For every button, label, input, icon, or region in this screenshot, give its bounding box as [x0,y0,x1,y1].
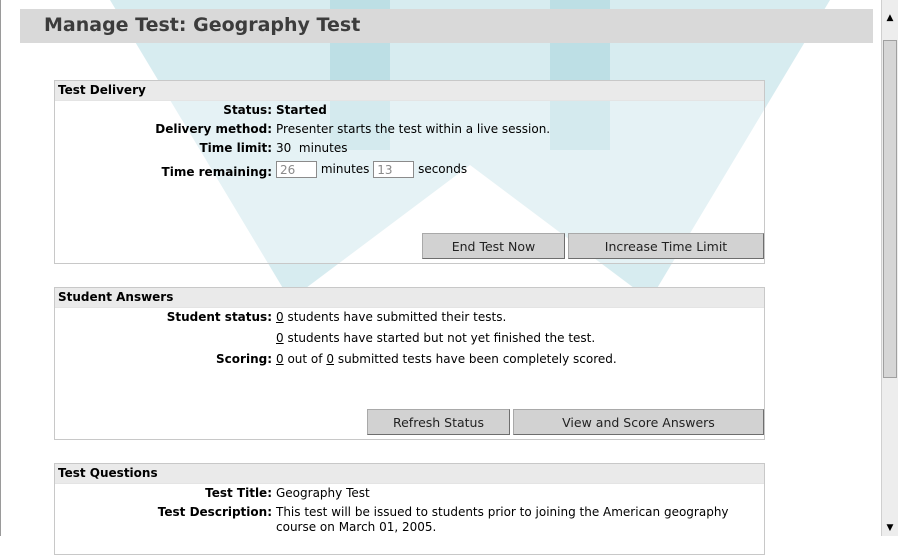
end-test-button[interactable]: End Test Now [422,233,565,259]
section-header: Test Delivery [55,81,764,101]
time-limit-number: 30 [276,141,292,155]
test-description-value-2: course on March 01, 2005. [276,520,437,534]
increase-time-limit-button[interactable]: Increase Time Limit [568,233,764,259]
view-score-answers-button[interactable]: View and Score Answers [513,409,764,435]
test-title-label: Test Title: [205,486,272,500]
time-limit-label: Time limit: [199,141,273,155]
out-of-text: out of [287,352,323,366]
status-value: Started [276,103,327,117]
submitted-count-link[interactable]: 0 [276,310,284,324]
time-limit-unit: minutes [298,141,348,155]
scored-count-link[interactable]: 0 [276,352,284,366]
status-row: Status: Started [55,101,764,122]
refresh-status-button[interactable]: Refresh Status [367,409,510,435]
minutes-remaining-field[interactable]: 26 [276,161,317,178]
student-status-row: Student status: 0 students have submitte… [55,308,764,329]
seconds-remaining-field[interactable]: 13 [373,161,415,178]
time-remaining-row: Time remaining: 26 minutes 13 seconds [55,160,764,186]
test-description-label: Test Description: [157,505,272,519]
test-title-value: Geography Test [276,486,370,500]
time-limit-row: Time limit: 30 minutes [55,139,764,160]
submitted-total-link[interactable]: 0 [326,352,334,366]
method-label: Delivery method: [155,122,272,136]
status-label: Status: [223,103,272,117]
page-title: Manage Test: Geography Test [44,14,361,36]
test-description-value: This test will be issued to students pri… [276,505,729,519]
scrollbar-thumb[interactable] [883,40,897,378]
test-title-row: Test Title: Geography Test [55,484,764,503]
section-header: Test Questions [55,464,764,484]
started-count-link[interactable]: 0 [276,331,284,345]
scored-text: submitted tests have been completely sco… [337,352,617,366]
scoring-row: Scoring: 0 out of 0 submitted tests have… [55,350,764,371]
time-remaining-value: 26 minutes 13 seconds [276,161,467,178]
scroll-up-arrow-icon[interactable]: ▲ [882,10,898,26]
time-limit-value: 30 minutes [276,141,348,155]
page-content: Manage Test: Geography Test Test Deliver… [0,0,881,555]
scoring-label: Scoring: [216,352,272,366]
student-answers-section: Student Answers Student status: 0 studen… [54,287,765,440]
scoring-line: 0 out of 0 submitted tests have been com… [276,352,617,366]
submitted-text: students have submitted their tests. [287,310,507,324]
method-value: Presenter starts the test within a live … [276,122,551,136]
student-status-label: Student status: [166,310,272,324]
test-description-row-2: course on March 01, 2005. [55,520,764,545]
test-questions-section: Test Questions Test Title: Geography Tes… [54,463,765,555]
vertical-scrollbar[interactable]: ▲ ▼ [881,0,898,536]
submitted-line: 0 students have submitted their tests. [276,310,506,324]
started-line: 0 students have started but not yet fini… [276,331,595,345]
section-header: Student Answers [55,288,764,308]
time-remaining-label: Time remaining: [161,165,272,179]
method-row: Delivery method: Presenter starts the te… [55,120,764,141]
test-delivery-section: Test Delivery Status: Started Delivery m… [54,80,765,264]
title-bar: Manage Test: Geography Test [20,9,873,43]
seconds-word: seconds [418,162,468,176]
started-row: 0 students have started but not yet fini… [55,329,764,350]
minutes-word: minutes [320,162,370,176]
scroll-down-arrow-icon[interactable]: ▼ [882,520,898,536]
started-text: students have started but not yet finish… [287,331,596,345]
